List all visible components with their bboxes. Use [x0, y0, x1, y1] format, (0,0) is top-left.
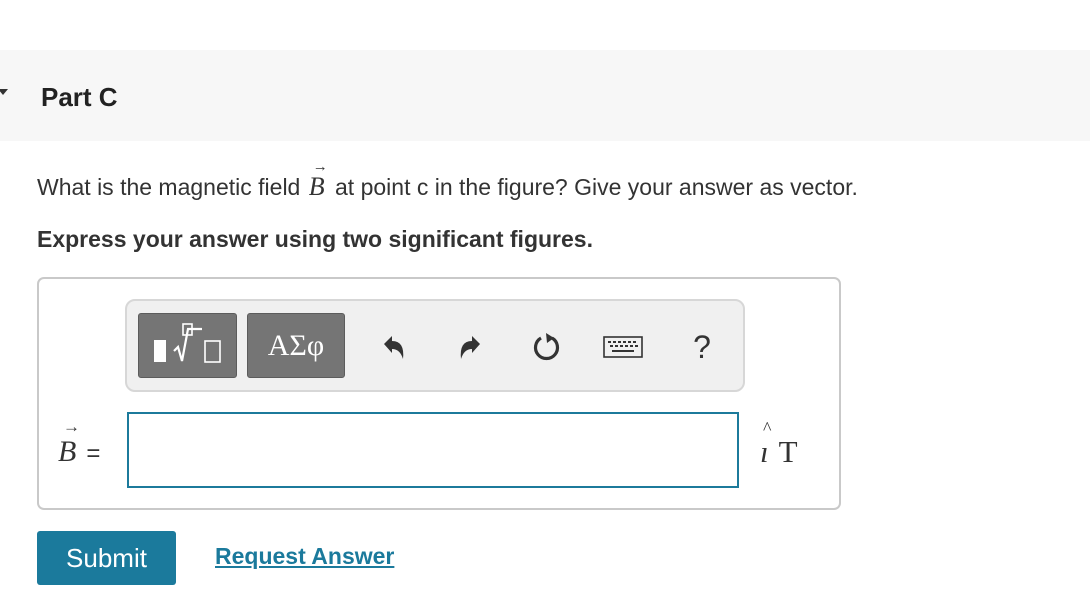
unit-tesla: T	[778, 434, 798, 469]
question-text: What is the magnetic field → B at point c…	[37, 160, 858, 202]
answer-vector-letter: B	[58, 435, 77, 468]
reset-button[interactable]	[527, 325, 567, 369]
collapse-caret-icon[interactable]	[0, 89, 8, 95]
submit-button[interactable]: Submit	[37, 531, 176, 585]
unit-label: ^ ı T	[760, 419, 798, 472]
answer-vector-arrow: →	[63, 417, 80, 436]
equals-sign: =	[86, 440, 101, 467]
symbols-button[interactable]: ΑΣφ	[247, 313, 345, 378]
redo-button[interactable]	[451, 325, 491, 369]
redo-icon	[460, 336, 480, 359]
templates-icon	[154, 323, 221, 363]
unit-vector-i: ^ ı	[760, 419, 771, 472]
symbols-button-label: ΑΣφ	[267, 329, 325, 362]
reset-icon	[533, 333, 560, 361]
answer-vector-symbol: → B	[58, 418, 80, 472]
vector-letter: B	[308, 172, 325, 201]
vector-arrow: →	[312, 159, 328, 175]
help-icon[interactable]: ?	[682, 325, 722, 369]
templates-button[interactable]	[138, 313, 237, 378]
keyboard-button[interactable]	[601, 325, 645, 369]
question-text-after: at point c in the figure? Give your answ…	[335, 174, 858, 200]
part-title: Part C	[41, 82, 118, 112]
undo-icon	[384, 336, 404, 359]
instruction-text: Express your answer using two significan…	[37, 226, 593, 252]
keyboard-icon	[603, 336, 643, 358]
question-text-before: What is the magnetic field	[37, 174, 301, 200]
answer-variable-label: → B =	[58, 418, 101, 474]
unit-vector-letter: ı	[760, 434, 769, 469]
request-answer-link[interactable]: Request Answer	[215, 541, 394, 571]
vector-b-symbol: → B	[307, 160, 329, 202]
answer-input[interactable]	[127, 412, 739, 488]
part-header	[0, 50, 1090, 141]
unit-vector-hat: ^	[763, 418, 772, 438]
undo-button[interactable]	[373, 325, 413, 369]
